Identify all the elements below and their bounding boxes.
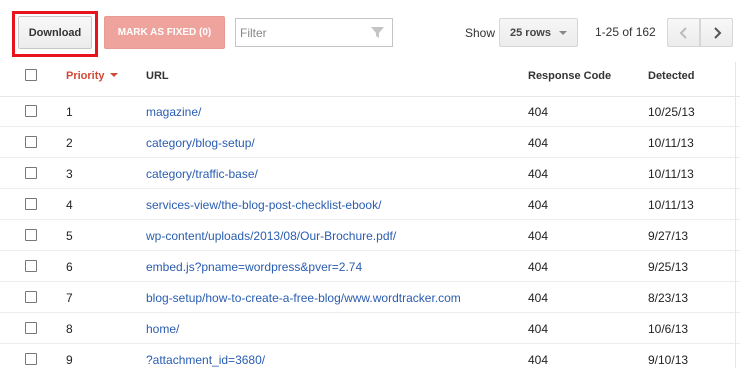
table-row[interactable]: 4 services-view/the-blog-post-checklist-… bbox=[0, 189, 740, 220]
chevron-down-icon bbox=[559, 31, 567, 35]
row-detected: 8/23/13 bbox=[648, 291, 689, 305]
table-row[interactable]: 7 blog-setup/how-to-create-a-free-blog/w… bbox=[0, 282, 740, 313]
row-detected: 10/11/13 bbox=[648, 198, 694, 212]
download-button[interactable]: Download bbox=[18, 16, 92, 49]
row-checkbox[interactable] bbox=[25, 105, 37, 117]
row-priority: 3 bbox=[66, 167, 73, 181]
table-row[interactable]: 1 magazine/ 404 10/25/13 bbox=[0, 96, 740, 127]
previous-page-button[interactable] bbox=[667, 18, 700, 47]
row-response-code: 404 bbox=[528, 198, 549, 212]
column-header-response-code[interactable]: Response Code bbox=[528, 70, 611, 82]
mark-as-fixed-button[interactable]: MARK AS FIXED (0) bbox=[104, 16, 225, 49]
table-right-border bbox=[735, 62, 736, 368]
table-row[interactable]: 2 category/blog-setup/ 404 10/11/13 bbox=[0, 127, 740, 158]
row-priority: 8 bbox=[66, 322, 73, 336]
table-row[interactable]: 3 category/traffic-base/ 404 10/11/13 bbox=[0, 158, 740, 189]
row-checkbox[interactable] bbox=[25, 291, 37, 303]
row-checkbox[interactable] bbox=[25, 198, 37, 210]
row-detected: 10/25/13 bbox=[648, 105, 695, 119]
rows-per-page-value: 25 rows bbox=[510, 26, 551, 39]
sort-desc-icon bbox=[109, 73, 118, 77]
row-detected: 10/6/13 bbox=[648, 322, 689, 336]
column-header-url[interactable]: URL bbox=[146, 70, 169, 82]
table-row[interactable]: 9 ?attachment_id=3680/ 404 9/10/13 bbox=[0, 344, 740, 374]
row-response-code: 404 bbox=[528, 260, 549, 274]
row-detected: 10/11/13 bbox=[648, 167, 694, 181]
row-response-code: 404 bbox=[528, 136, 549, 150]
row-checkbox[interactable] bbox=[25, 136, 37, 148]
filter-placeholder: Filter bbox=[240, 25, 267, 40]
row-url-link[interactable]: embed.js?pname=wordpress&pver=2.74 bbox=[146, 260, 362, 274]
row-url-link[interactable]: wp-content/uploads/2013/08/Our-Brochure.… bbox=[146, 229, 396, 243]
row-response-code: 404 bbox=[528, 353, 549, 367]
row-response-code: 404 bbox=[528, 229, 549, 243]
row-url-link[interactable]: services-view/the-blog-post-checklist-eb… bbox=[146, 198, 381, 212]
row-response-code: 404 bbox=[528, 105, 549, 119]
row-priority: 7 bbox=[66, 291, 73, 305]
column-header-detected[interactable]: Detected bbox=[648, 70, 694, 82]
select-all-checkbox[interactable] bbox=[25, 69, 37, 81]
row-detected: 9/10/13 bbox=[648, 353, 689, 367]
show-label: Show bbox=[465, 26, 496, 40]
row-detected: 9/25/13 bbox=[648, 260, 689, 274]
table-row[interactable]: 5 wp-content/uploads/2013/08/Our-Brochur… bbox=[0, 220, 740, 251]
row-response-code: 404 bbox=[528, 167, 549, 181]
chevron-right-icon bbox=[713, 26, 721, 39]
row-priority: 6 bbox=[66, 260, 73, 274]
pagination-range: 1-25 of 162 bbox=[595, 25, 656, 39]
row-checkbox[interactable] bbox=[25, 260, 37, 272]
row-checkbox[interactable] bbox=[25, 167, 37, 179]
row-response-code: 404 bbox=[528, 291, 549, 305]
column-header-priority[interactable]: Priority bbox=[66, 70, 118, 82]
row-priority: 1 bbox=[66, 105, 73, 119]
row-detected: 10/11/13 bbox=[648, 136, 694, 150]
chevron-left-icon bbox=[679, 26, 687, 39]
row-url-link[interactable]: magazine/ bbox=[146, 105, 201, 119]
row-checkbox[interactable] bbox=[25, 229, 37, 241]
row-priority: 5 bbox=[66, 229, 73, 243]
rows-per-page-select[interactable]: 25 rows bbox=[499, 18, 578, 47]
row-checkbox[interactable] bbox=[25, 322, 37, 334]
table-header: Priority URL Response Code Detected bbox=[0, 62, 740, 97]
filter-input[interactable]: Filter bbox=[235, 18, 393, 47]
row-url-link[interactable]: ?attachment_id=3680/ bbox=[146, 353, 265, 367]
funnel-icon bbox=[371, 27, 384, 38]
toolbar: Download MARK AS FIXED (0) Filter Show 2… bbox=[0, 0, 747, 62]
row-url-link[interactable]: blog-setup/how-to-create-a-free-blog/www… bbox=[146, 291, 461, 305]
row-priority: 2 bbox=[66, 136, 73, 150]
row-detected: 9/27/13 bbox=[648, 229, 689, 243]
table-row[interactable]: 6 embed.js?pname=wordpress&pver=2.74 404… bbox=[0, 251, 740, 282]
row-priority: 9 bbox=[66, 353, 73, 367]
next-page-button[interactable] bbox=[700, 18, 733, 47]
row-url-link[interactable]: category/traffic-base/ bbox=[146, 167, 258, 181]
row-response-code: 404 bbox=[528, 322, 549, 336]
table-row[interactable]: 8 home/ 404 10/6/13 bbox=[0, 313, 740, 344]
row-priority: 4 bbox=[66, 198, 73, 212]
row-url-link[interactable]: category/blog-setup/ bbox=[146, 136, 255, 150]
row-checkbox[interactable] bbox=[25, 353, 37, 365]
row-url-link[interactable]: home/ bbox=[146, 322, 179, 336]
